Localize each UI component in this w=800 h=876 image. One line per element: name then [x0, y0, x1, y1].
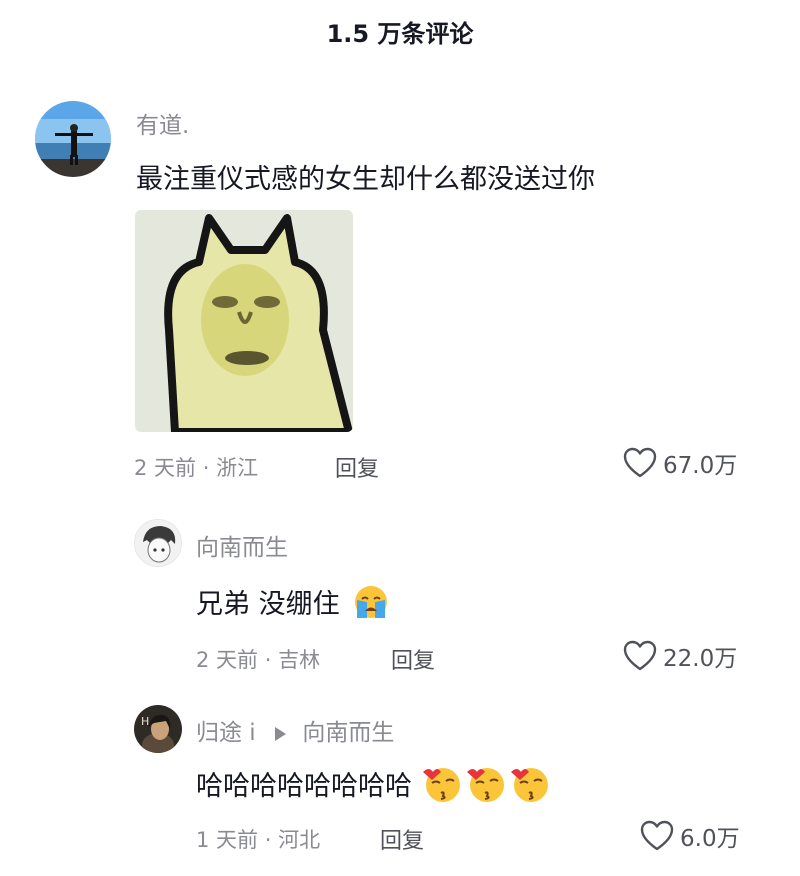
comment-image-meme[interactable]: [135, 210, 353, 432]
like-button[interactable]: 22.0万: [623, 639, 737, 673]
comment-location: 河北: [278, 828, 321, 852]
avatar-beach-photo: [35, 101, 111, 177]
comment-username[interactable]: 归途 i: [196, 720, 256, 746]
loudly-crying-face-emoji: [352, 584, 390, 627]
like-count: 6.0万: [680, 826, 740, 852]
comment-text: 兄弟 没绷住: [196, 582, 390, 627]
comment-time: 2 天前: [134, 456, 197, 480]
reply-to-username[interactable]: 向南而生: [302, 720, 394, 746]
meme-image: [135, 210, 353, 432]
meta-separator: ·: [258, 828, 279, 852]
comment-time: 1 天前: [196, 828, 259, 852]
reply-button[interactable]: 回复: [335, 451, 379, 483]
like-button[interactable]: 67.0万: [623, 446, 737, 480]
comment-meta: 2 天前 · 浙江: [134, 452, 258, 482]
comments-header: 1.5 万条评论: [0, 0, 800, 64]
comment-meta: 2 天前 · 吉林: [196, 644, 320, 674]
comment-text-body: 哈哈哈哈哈哈哈哈: [196, 771, 412, 802]
comment-location: 浙江: [216, 456, 259, 480]
like-count: 22.0万: [663, 646, 738, 672]
comment-username[interactable]: 向南而生: [196, 528, 288, 562]
comment-location: 吉林: [278, 648, 321, 672]
avatar[interactable]: H: [134, 705, 182, 753]
face-blowing-kiss-emoji: [465, 764, 509, 811]
comment-text: 最注重仪式感的女生却什么都没送过你: [136, 164, 595, 195]
meta-separator: ·: [196, 456, 217, 480]
comment-username[interactable]: 有道.: [136, 106, 189, 140]
meta-separator: ·: [258, 648, 279, 672]
like-button[interactable]: 6.0万: [640, 819, 740, 853]
reply-button[interactable]: 回复: [380, 823, 424, 855]
comment-text: 哈哈哈哈哈哈哈哈: [196, 764, 553, 811]
comment-text-body: 兄弟 没绷住: [196, 589, 340, 620]
heart-outline-icon: [623, 447, 657, 478]
triangle-right-icon: [275, 726, 287, 741]
heart-outline-icon: [640, 820, 674, 851]
avatar-dark-portrait: H: [134, 705, 182, 753]
comment-count-title: 1.5 万条评论: [326, 20, 474, 48]
avatar[interactable]: [35, 101, 111, 177]
face-blowing-kiss-emoji: [421, 764, 465, 811]
reply-header: 归途 i 向南而生: [196, 713, 394, 747]
comment-meta: 1 天前 · 河北: [196, 824, 320, 854]
comment-time: 2 天前: [196, 648, 259, 672]
avatar-anime-drawing: [135, 520, 181, 566]
heart-outline-icon: [623, 640, 657, 671]
reply-button[interactable]: 回复: [391, 643, 435, 675]
face-blowing-kiss-emoji: [509, 764, 553, 811]
avatar[interactable]: [134, 519, 182, 567]
svg-text:H: H: [141, 715, 149, 728]
like-count: 67.0万: [663, 453, 738, 479]
